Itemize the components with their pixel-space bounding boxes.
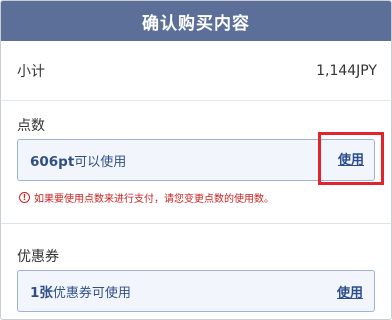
- points-warning-text: 如果要使用点数来进行支付，请您变更点数的使用数。: [34, 194, 274, 205]
- panel-title: 确认购买内容: [142, 13, 250, 34]
- points-warning: ! 如果要使用点数来进行支付，请您变更点数的使用数。: [19, 190, 274, 205]
- coupon-amount: 1张: [30, 285, 53, 301]
- coupon-suffix: 优惠券可使用: [52, 286, 131, 301]
- coupon-label: 优惠券: [17, 249, 59, 265]
- divider: [1, 223, 391, 224]
- points-suffix: 可以使用: [74, 154, 127, 170]
- coupon-available-text: 1张优惠券可使用: [18, 281, 131, 301]
- points-available-text: 606pt可以使用: [18, 151, 126, 170]
- points-use-button[interactable]: 使用: [338, 149, 364, 168]
- points-amount: 606pt: [30, 153, 75, 170]
- coupon-box: 1张优惠券可使用 使用: [17, 270, 375, 312]
- divider: [1, 100, 391, 101]
- panel-header: 确认购买内容: [1, 1, 391, 41]
- points-use-highlight: 使用: [318, 132, 384, 185]
- subtotal-label: 小计: [17, 64, 45, 80]
- warning-icon: !: [19, 192, 30, 203]
- subtotal-row: 小计 1,144JPY: [1, 42, 391, 100]
- points-label: 点数: [17, 118, 45, 134]
- purchase-confirmation-panel: 确认购买内容 小计 1,144JPY 点数 606pt可以使用 使用 ! 如果要…: [0, 0, 392, 320]
- subtotal-value: 1,144JPY: [316, 63, 377, 79]
- coupon-use-button[interactable]: 使用: [337, 282, 363, 301]
